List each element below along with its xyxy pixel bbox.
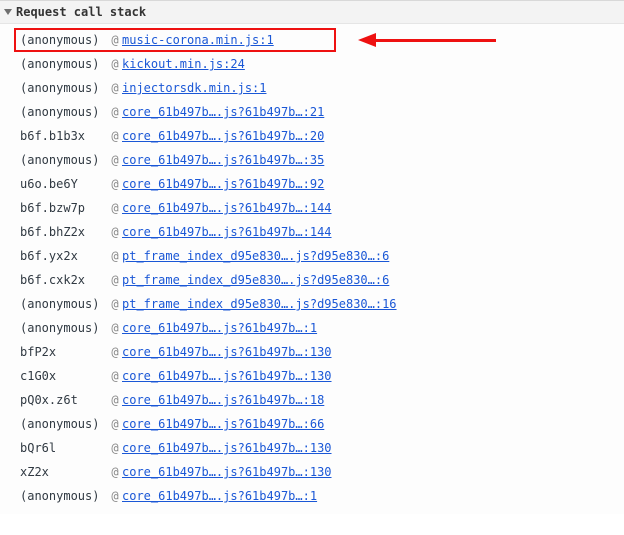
stack-frame-location-link[interactable]: pt_frame_index_d95e830….js?d95e830…:16 [122,297,397,311]
at-symbol: @ [108,81,122,95]
stack-frame-function: (anonymous) [20,153,108,167]
stack-frame: (anonymous)@core_61b497b….js?61b497b…:66 [0,412,624,436]
stack-frame: pQ0x.z6t@core_61b497b….js?61b497b…:18 [0,388,624,412]
stack-frame-function: u6o.be6Y [20,177,108,191]
stack-frame: (anonymous)@core_61b497b….js?61b497b…:1 [0,316,624,340]
stack-frame-function: (anonymous) [20,417,108,431]
stack-frame-function: bfP2x [20,345,108,359]
stack-frame-location-link[interactable]: core_61b497b….js?61b497b…:35 [122,153,324,167]
stack-frame-location-link[interactable]: core_61b497b….js?61b497b…:130 [122,441,332,455]
stack-frame: bfP2x@core_61b497b….js?61b497b…:130 [0,340,624,364]
at-symbol: @ [108,393,122,407]
stack-frame-function: (anonymous) [20,105,108,119]
at-symbol: @ [108,273,122,287]
stack-frame-function: (anonymous) [20,81,108,95]
stack-frame-function: xZ2x [20,465,108,479]
stack-frame-location-link[interactable]: core_61b497b….js?61b497b…:144 [122,201,332,215]
stack-frame: b6f.bhZ2x@core_61b497b….js?61b497b…:144 [0,220,624,244]
stack-frame: u6o.be6Y@core_61b497b….js?61b497b…:92 [0,172,624,196]
stack-frame: (anonymous)@kickout.min.js:24 [0,52,624,76]
at-symbol: @ [108,225,122,239]
stack-frame-function: bQr6l [20,441,108,455]
stack-frame-location-link[interactable]: pt_frame_index_d95e830….js?d95e830…:6 [122,273,389,287]
at-symbol: @ [108,33,122,47]
stack-frame: xZ2x@core_61b497b….js?61b497b…:130 [0,460,624,484]
call-stack-list: (anonymous)@music-corona.min.js:1(anonym… [0,24,624,514]
stack-frame: c1G0x@core_61b497b….js?61b497b…:130 [0,364,624,388]
at-symbol: @ [108,57,122,71]
stack-frame-function: b6f.cxk2x [20,273,108,287]
at-symbol: @ [108,129,122,143]
stack-frame-function: (anonymous) [20,57,108,71]
stack-frame: b6f.yx2x@pt_frame_index_d95e830….js?d95e… [0,244,624,268]
stack-frame-location-link[interactable]: core_61b497b….js?61b497b…:18 [122,393,324,407]
stack-frame: b6f.bzw7p@core_61b497b….js?61b497b…:144 [0,196,624,220]
stack-frame: bQr6l@core_61b497b….js?61b497b…:130 [0,436,624,460]
disclosure-triangle-icon[interactable] [4,9,12,15]
stack-frame-location-link[interactable]: core_61b497b….js?61b497b…:1 [122,489,317,503]
stack-frame-function: pQ0x.z6t [20,393,108,407]
stack-frame: (anonymous)@core_61b497b….js?61b497b…:1 [0,484,624,508]
stack-frame: (anonymous)@core_61b497b….js?61b497b…:35 [0,148,624,172]
stack-frame-function: (anonymous) [20,321,108,335]
stack-frame-function: b6f.b1b3x [20,129,108,143]
stack-frame-function: b6f.bhZ2x [20,225,108,239]
at-symbol: @ [108,489,122,503]
stack-frame-function: (anonymous) [20,33,108,47]
stack-frame-function: b6f.yx2x [20,249,108,263]
at-symbol: @ [108,465,122,479]
arrow-annotation-icon [356,30,496,50]
at-symbol: @ [108,345,122,359]
stack-frame-location-link[interactable]: music-corona.min.js:1 [122,33,274,47]
stack-frame-location-link[interactable]: core_61b497b….js?61b497b…:130 [122,369,332,383]
at-symbol: @ [108,441,122,455]
stack-frame-function: (anonymous) [20,297,108,311]
stack-frame-location-link[interactable]: core_61b497b….js?61b497b…:66 [122,417,324,431]
stack-frame-location-link[interactable]: core_61b497b….js?61b497b…:20 [122,129,324,143]
stack-frame-function: c1G0x [20,369,108,383]
stack-frame-location-link[interactable]: pt_frame_index_d95e830….js?d95e830…:6 [122,249,389,263]
at-symbol: @ [108,153,122,167]
at-symbol: @ [108,201,122,215]
stack-frame: (anonymous)@core_61b497b….js?61b497b…:21 [0,100,624,124]
at-symbol: @ [108,105,122,119]
at-symbol: @ [108,297,122,311]
stack-frame-function: b6f.bzw7p [20,201,108,215]
stack-frame-location-link[interactable]: core_61b497b….js?61b497b…:144 [122,225,332,239]
call-stack-title: Request call stack [16,5,146,19]
stack-frame: (anonymous)@music-corona.min.js:1 [0,28,624,52]
stack-frame-location-link[interactable]: core_61b497b….js?61b497b…:130 [122,465,332,479]
call-stack-header[interactable]: Request call stack [0,1,624,24]
stack-frame: b6f.cxk2x@pt_frame_index_d95e830….js?d95… [0,268,624,292]
stack-frame-location-link[interactable]: core_61b497b….js?61b497b…:21 [122,105,324,119]
stack-frame: (anonymous)@injectorsdk.min.js:1 [0,76,624,100]
call-stack-panel: Request call stack (anonymous)@music-cor… [0,0,624,514]
at-symbol: @ [108,369,122,383]
at-symbol: @ [108,321,122,335]
stack-frame-location-link[interactable]: core_61b497b….js?61b497b…:1 [122,321,317,335]
stack-frame-location-link[interactable]: core_61b497b….js?61b497b…:92 [122,177,324,191]
at-symbol: @ [108,249,122,263]
stack-frame: (anonymous)@pt_frame_index_d95e830….js?d… [0,292,624,316]
stack-frame: b6f.b1b3x@core_61b497b….js?61b497b…:20 [0,124,624,148]
at-symbol: @ [108,177,122,191]
stack-frame-function: (anonymous) [20,489,108,503]
at-symbol: @ [108,417,122,431]
stack-frame-location-link[interactable]: injectorsdk.min.js:1 [122,81,267,95]
stack-frame-location-link[interactable]: kickout.min.js:24 [122,57,245,71]
stack-frame-location-link[interactable]: core_61b497b….js?61b497b…:130 [122,345,332,359]
